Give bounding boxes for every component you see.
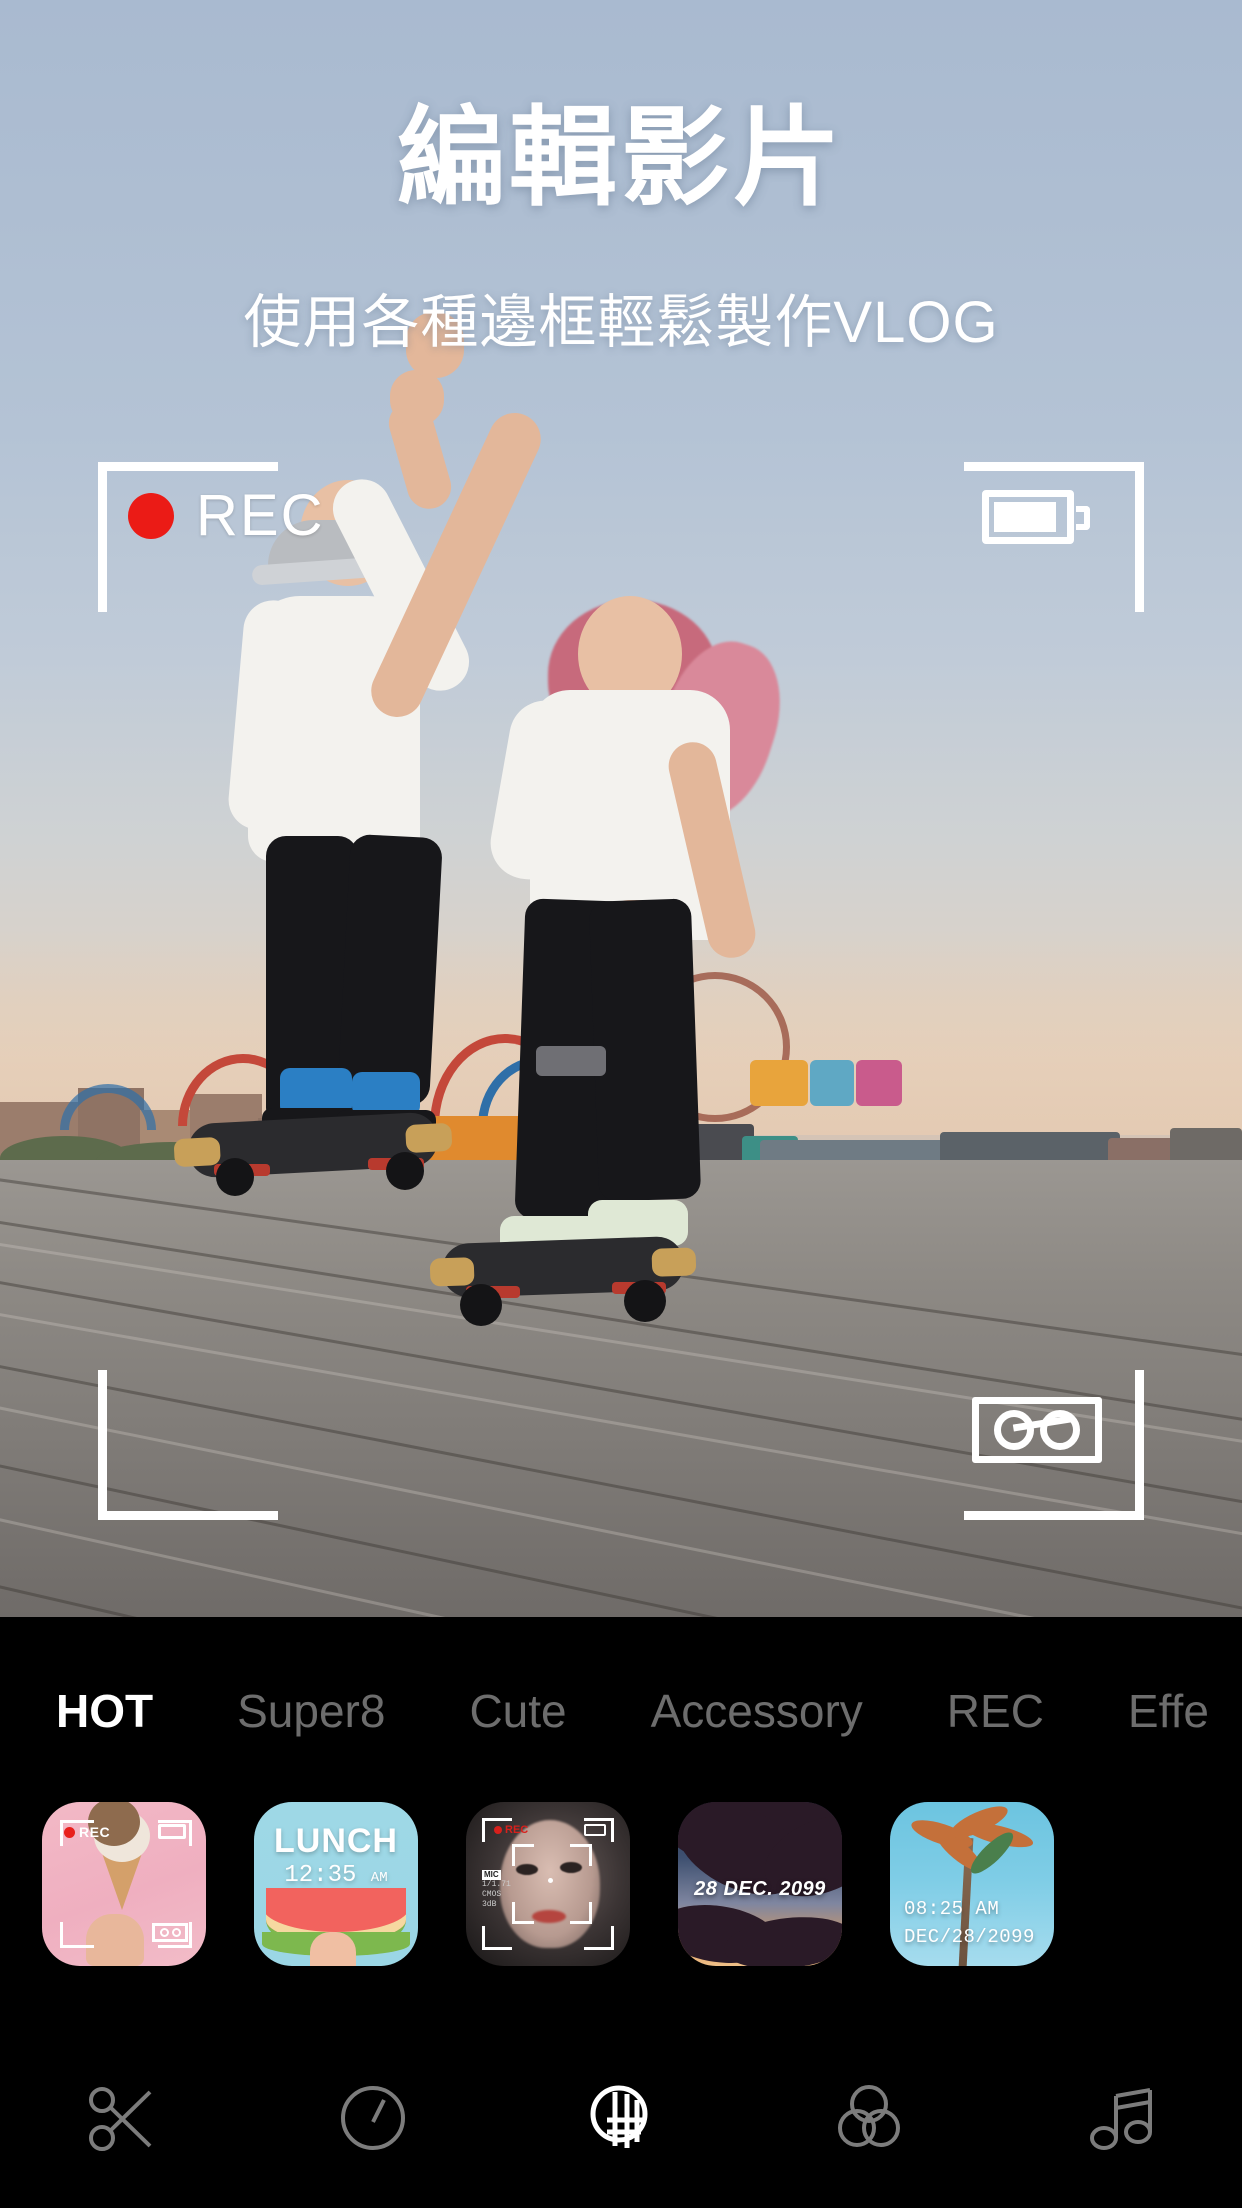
thumb-time-label: 08:25 AM: [904, 1898, 1000, 1920]
rec-indicator: REC: [128, 487, 324, 545]
music-icon[interactable]: [1053, 2058, 1183, 2178]
rec-dot-icon: [128, 493, 174, 539]
rec-dot-icon: [64, 1826, 75, 1838]
thumb-rec-label: REC: [79, 1824, 111, 1840]
thumb-lunch-title: LUNCH: [274, 1822, 398, 1860]
frame-thumb-lunch[interactable]: LUNCH 12:35 AM: [254, 1802, 418, 1966]
thumb-rec-indicator: REC: [494, 1824, 528, 1836]
meta-sensor: 1/1.71: [482, 1880, 511, 1889]
page-title: 編輯影片: [396, 97, 845, 218]
battery-icon: [584, 1824, 606, 1836]
page-subtitle: 使用各種邊框輕鬆製作VLOG: [243, 290, 999, 355]
frame-thumbnail-list[interactable]: REC LUNCH 12:35 AM REC MIC 1/1.71 CMOS 3…: [0, 1802, 1242, 2002]
rec-label: REC: [196, 483, 325, 548]
tab-hot[interactable]: HOT: [56, 1688, 153, 1734]
editor-panel: HOT Super8 Cute Accessory REC Effe REC L…: [0, 1617, 1242, 2208]
trim-icon[interactable]: [59, 2058, 189, 2178]
thumb-lunch-time: 12:35 AM: [254, 1864, 418, 1888]
tab-super8[interactable]: Super8: [237, 1688, 385, 1734]
thumb-lunch-meridiem: AM: [370, 1870, 388, 1886]
tab-rec[interactable]: REC: [947, 1688, 1044, 1734]
frame-thumb-dusk-palm[interactable]: 28 DEC. 2099: [678, 1802, 842, 1966]
editor-toolbar[interactable]: [0, 2028, 1242, 2208]
viewfinder-corner-bottom-left: [98, 1370, 278, 1520]
rec-dot-icon: [494, 1826, 502, 1834]
frame-thumb-viewfinder[interactable]: REC MIC 1/1.71 CMOS 3dB: [466, 1802, 630, 1966]
thumb-rec-label: REC: [505, 1824, 529, 1836]
tab-cute[interactable]: Cute: [469, 1688, 566, 1734]
thumb-date-label: DEC/28/2099: [904, 1926, 1035, 1948]
meta-mic: MIC: [482, 1870, 501, 1880]
thumb-date-label: 28 DEC. 2099: [694, 1878, 826, 1900]
frames-icon[interactable]: [556, 2058, 686, 2178]
meta-gain: 3dB: [482, 1900, 497, 1909]
battery-full-icon: [982, 490, 1090, 544]
meta-cmos: CMOS: [482, 1890, 502, 1899]
focus-box-icon: [512, 1844, 592, 1924]
frame-thumb-rec-pink[interactable]: REC: [42, 1802, 206, 1966]
thumb-camera-meta: MIC 1/1.71 CMOS 3dB: [482, 1870, 511, 1910]
video-preview[interactable]: REC: [0, 0, 1242, 1617]
frame-thumb-sky-palm[interactable]: 08:25 AM DEC/28/2099: [890, 1802, 1054, 1966]
filters-icon[interactable]: [804, 2058, 934, 2178]
thumb-rec-indicator: REC: [64, 1824, 110, 1840]
speed-icon[interactable]: [308, 2058, 438, 2178]
tab-effects[interactable]: Effe: [1128, 1688, 1209, 1734]
cassette-tape-icon: [152, 1923, 188, 1942]
frame-category-tabs[interactable]: HOT Super8 Cute Accessory REC Effe: [0, 1665, 1242, 1757]
thumb-lunch-clock: 12:35: [284, 1862, 357, 1889]
tab-accessory[interactable]: Accessory: [651, 1688, 863, 1734]
battery-icon: [158, 1824, 186, 1839]
cassette-tape-icon: [972, 1397, 1102, 1463]
